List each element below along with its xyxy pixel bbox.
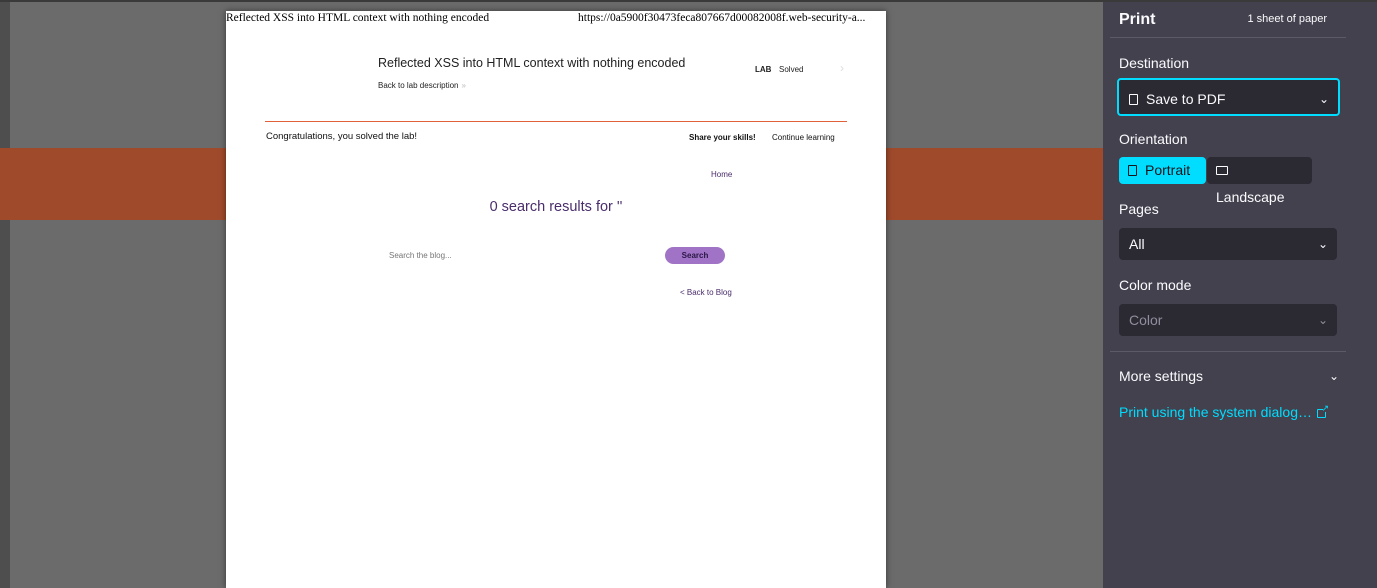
- lab-status: Solved: [779, 65, 804, 74]
- chevron-down-icon: ⌄: [1317, 237, 1328, 251]
- orientation-portrait-button[interactable]: Portrait: [1119, 157, 1206, 184]
- orientation-label: Orientation: [1119, 131, 1188, 147]
- nav-home-link: Home: [711, 170, 733, 179]
- page-banner-left: [0, 148, 226, 220]
- congratulations-message: Congratulations, you solved the lab!: [266, 131, 418, 142]
- pages-select[interactable]: All ⌄: [1119, 228, 1337, 260]
- page-header-title: Reflected XSS into HTML context with not…: [226, 12, 490, 24]
- panel-divider-bottom: [1110, 351, 1346, 352]
- chevron-down-icon: ⌄: [1318, 92, 1329, 106]
- portrait-icon: [1128, 165, 1137, 176]
- status-arrow-icon: ›: [840, 61, 844, 75]
- print-settings-panel: Print 1 sheet of paper Destination Save …: [1103, 2, 1377, 588]
- lab-title: Reflected XSS into HTML context with not…: [378, 56, 686, 70]
- back-to-blog-link: < Back to Blog: [680, 288, 732, 297]
- back-to-description-label: Back to lab description: [378, 81, 459, 90]
- destination-select[interactable]: Save to PDF ⌄: [1117, 78, 1340, 116]
- landscape-icon: [1216, 166, 1228, 175]
- print-preview-sheet: Reflected XSS into HTML context with not…: [226, 11, 886, 588]
- chevron-down-icon: ⌄: [1317, 313, 1328, 327]
- search-button: Search: [665, 247, 725, 264]
- header-divider: [265, 121, 847, 122]
- landscape-label: Landscape: [1216, 189, 1285, 205]
- more-settings-toggle[interactable]: More settings: [1119, 368, 1203, 384]
- lab-badge: LAB: [755, 65, 772, 74]
- portrait-label: Portrait: [1145, 162, 1191, 178]
- continue-learning-link: Continue learning: [772, 133, 835, 142]
- print-title: Print: [1119, 11, 1156, 28]
- destination-label: Destination: [1119, 55, 1190, 71]
- sheet-count: 1 sheet of paper: [1247, 13, 1327, 25]
- color-mode-label: Color mode: [1119, 277, 1192, 293]
- system-dialog-link[interactable]: Print using the system dialog…: [1119, 403, 1329, 420]
- search-results-heading: 0 search results for '': [489, 199, 623, 215]
- pages-label: Pages: [1119, 201, 1159, 217]
- chevron-down-icon[interactable]: ⌄: [1329, 369, 1339, 383]
- color-mode-select: Color ⌄: [1119, 304, 1337, 336]
- orientation-landscape-button[interactable]: Landscape: [1207, 157, 1312, 205]
- panel-divider-top: [1110, 37, 1346, 38]
- back-to-description-link: Back to lab description»: [378, 81, 466, 90]
- external-link-icon: [1316, 403, 1329, 418]
- destination-value: Save to PDF: [1146, 91, 1226, 107]
- pages-value: All: [1129, 236, 1145, 252]
- document-icon: [1129, 94, 1138, 105]
- color-mode-value: Color: [1129, 312, 1163, 328]
- share-skills-label: Share your skills!: [689, 133, 756, 142]
- left-edge: [0, 2, 10, 588]
- system-dialog-label: Print using the system dialog…: [1119, 404, 1312, 420]
- double-chevron-icon: »: [461, 81, 466, 90]
- blog-search-input: [386, 247, 662, 263]
- page-header-url: https://0a5900f30473feca807667d00082008f…: [578, 12, 866, 24]
